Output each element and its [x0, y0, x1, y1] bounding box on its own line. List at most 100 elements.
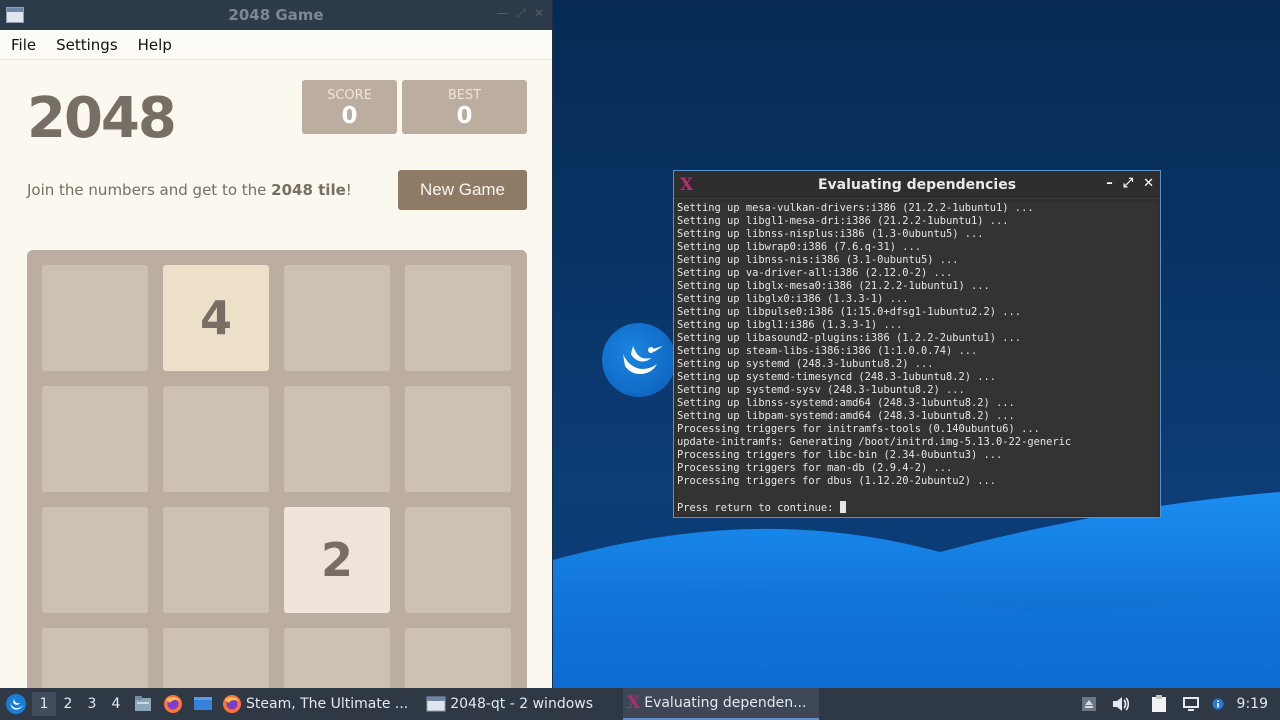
workspace-2[interactable]: 2	[56, 692, 80, 716]
score-box: SCORE 0	[302, 80, 397, 134]
task-terminal[interactable]: X Evaluating dependen...	[623, 688, 820, 720]
terminal-output[interactable]: Setting up mesa-vulkan-drivers:i386 (21.…	[677, 202, 1157, 515]
terminal-line: Setting up systemd-timesyncd (248.3-1ubu…	[677, 371, 997, 383]
window-icon	[426, 696, 446, 712]
terminal-line: Setting up libpam-systemd:amd64 (248.3-1…	[677, 410, 1015, 422]
terminal-line: Processing triggers for initramfs-tools …	[677, 423, 1040, 435]
terminal-cursor	[839, 501, 846, 513]
score-value: 0	[341, 103, 358, 129]
score-label: SCORE	[327, 88, 372, 103]
empty-cell	[284, 628, 390, 688]
menubar: File Settings Help	[0, 30, 552, 60]
taskbar: 1 2 3 4 Steam, The Ultimate ... 2048-qt …	[0, 688, 1280, 720]
tile-4: 4	[163, 265, 269, 371]
system-tray: 9:19	[1073, 688, 1280, 720]
eject-icon[interactable]	[1073, 688, 1105, 720]
empty-cell	[405, 265, 511, 371]
terminal-line: Setting up libgl1-mesa-dri:i386 (21.2.2-…	[677, 215, 1009, 227]
terminal-line: Setting up systemd (248.3-1ubuntu8.2) ..…	[677, 358, 934, 370]
terminal-line: Setting up systemd-sysv (248.3-1ubuntu8.…	[677, 384, 965, 396]
maximize-icon[interactable]: ⤢	[516, 6, 526, 21]
volume-icon[interactable]	[1105, 688, 1137, 720]
update-notifier-icon[interactable]	[1175, 688, 1207, 720]
terminal-line: Setting up steam-libs-i386:i386 (1:1.0.0…	[677, 345, 978, 357]
empty-cell	[163, 507, 269, 613]
empty-cell	[405, 386, 511, 492]
task-2048[interactable]: 2048-qt - 2 windows	[422, 688, 601, 720]
xterm-icon: X	[627, 693, 641, 713]
close-icon[interactable]: ✕	[1143, 176, 1154, 191]
best-box: BEST 0	[402, 80, 527, 134]
terminal-line: Setting up mesa-vulkan-drivers:i386 (21.…	[677, 202, 1034, 214]
terminal-line: Setting up libwrap0:i386 (7.6.q-31) ...	[677, 241, 921, 253]
info-icon[interactable]	[1207, 688, 1229, 720]
firefox-icon	[223, 695, 241, 713]
task-label: Steam, The Ultimate ...	[246, 696, 409, 712]
empty-cell	[42, 265, 148, 371]
terminal-title: Evaluating dependencies	[817, 177, 1017, 193]
game-titlebar[interactable]: 2048 Game — ⤢ ✕	[0, 0, 552, 30]
game-window: 2048 Game — ⤢ ✕ File Settings Help 2048 …	[0, 0, 553, 688]
minimize-icon[interactable]: –	[1106, 176, 1113, 191]
menu-settings[interactable]: Settings	[56, 36, 118, 54]
terminal-line: Setting up libnss-nis:i386 (3.1-0ubuntu5…	[677, 254, 959, 266]
empty-cell	[42, 386, 148, 492]
empty-cell	[405, 628, 511, 688]
tile-2: 2	[284, 507, 390, 613]
task-steam[interactable]: Steam, The Ultimate ...	[218, 688, 416, 720]
start-menu-button[interactable]	[0, 688, 32, 720]
clock[interactable]: 9:19	[1229, 696, 1280, 712]
desktop-icon[interactable]	[188, 689, 218, 719]
best-value: 0	[456, 103, 473, 129]
terminal-line: Processing triggers for dbus (1.12.20-2u…	[677, 475, 997, 487]
minimize-icon[interactable]: —	[496, 6, 508, 21]
intro-prefix: Join the numbers and get to the	[27, 181, 272, 199]
intro-bold: 2048 tile	[271, 181, 346, 199]
terminal-prompt-line: Press return to continue:	[677, 501, 1157, 515]
firefox-launcher-icon[interactable]	[158, 689, 188, 719]
task-label: 2048-qt - 2 windows	[450, 696, 594, 712]
empty-cell	[163, 628, 269, 688]
new-game-button[interactable]: New Game	[398, 170, 527, 210]
menu-file[interactable]: File	[11, 36, 36, 54]
terminal-lines: Setting up mesa-vulkan-drivers:i386 (21.…	[677, 202, 1157, 501]
terminal-line: Setting up libpulse0:i386 (1:15.0+dfsg1-…	[677, 306, 1022, 318]
terminal-titlebar[interactable]: X Evaluating dependencies – ⤢ ✕	[674, 171, 1160, 199]
clipboard-icon[interactable]	[1143, 688, 1175, 720]
workspace-3[interactable]: 3	[80, 692, 104, 716]
game-heading: 2048	[27, 86, 177, 151]
terminal-line: Setting up libnss-nisplus:i386 (1.3-0ubu…	[677, 228, 984, 240]
terminal-line: Processing triggers for libc-bin (2.34-0…	[677, 449, 1003, 461]
workspace-4[interactable]: 4	[104, 692, 128, 716]
empty-cell	[42, 507, 148, 613]
task-label: Evaluating dependen...	[644, 695, 807, 711]
menu-help[interactable]: Help	[138, 36, 172, 54]
best-label: BEST	[447, 88, 482, 103]
file-manager-icon[interactable]	[128, 689, 158, 719]
terminal-line: update-initramfs: Generating /boot/initr…	[677, 436, 1072, 448]
terminal-line: Setting up libgl1:i386 (1.3.3-1) ...	[677, 319, 903, 331]
empty-cell	[163, 386, 269, 492]
maximize-icon[interactable]: ⤢	[1123, 176, 1133, 191]
game-board[interactable]: 42	[27, 250, 527, 688]
empty-cell	[405, 507, 511, 613]
terminal-line: Setting up va-driver-all:i386 (2.12.0-2)…	[677, 267, 953, 279]
terminal-line: Processing triggers for man-db (2.9.4-2)…	[677, 462, 953, 474]
terminal-window: X Evaluating dependencies – ⤢ ✕ Setting …	[673, 170, 1161, 518]
intro-text: Join the numbers and get to the 2048 til…	[27, 181, 352, 199]
close-icon[interactable]: ✕	[534, 6, 544, 21]
terminal-line: Setting up libnss-systemd:amd64 (248.3-1…	[677, 397, 1015, 409]
terminal-line: Setting up libasound2-plugins:i386 (1.2.…	[677, 332, 1022, 344]
terminal-line: Setting up libglx0:i386 (1.3.3-1) ...	[677, 293, 909, 305]
lubuntu-start-icon	[6, 694, 26, 714]
terminal-line: Setting up libglx-mesa0:i386 (21.2.2-1ub…	[677, 280, 990, 292]
terminal-prompt: Press return to continue:	[677, 502, 840, 514]
empty-cell	[42, 628, 148, 688]
intro-suffix: !	[345, 181, 352, 199]
empty-cell	[284, 265, 390, 371]
window-title: 2048 Game	[228, 6, 324, 24]
lubuntu-logo[interactable]	[602, 323, 676, 397]
workspace-1[interactable]: 1	[32, 692, 56, 716]
empty-cell	[284, 386, 390, 492]
